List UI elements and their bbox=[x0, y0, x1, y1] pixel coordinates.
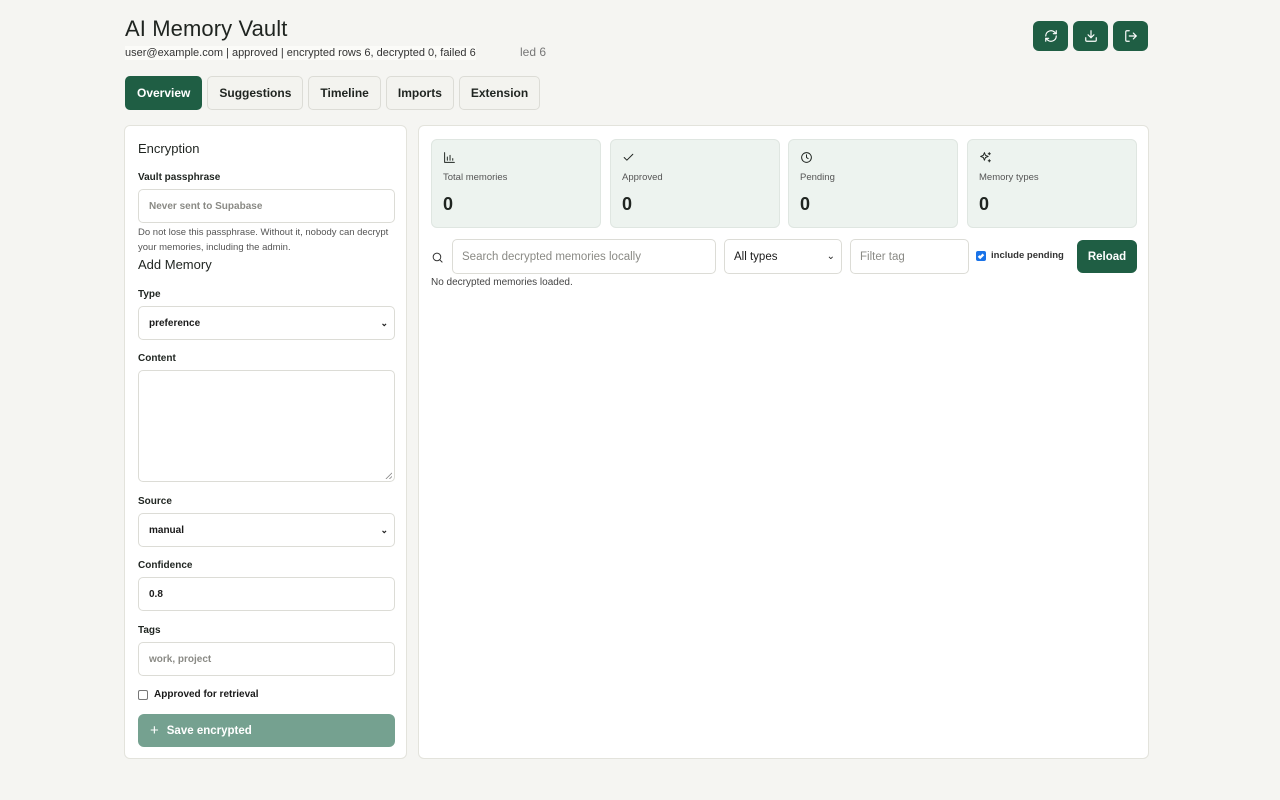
type-filter-select[interactable]: All types ⌄ bbox=[724, 239, 842, 274]
chevron-down-icon: ⌄ bbox=[826, 251, 835, 262]
download-icon bbox=[1084, 30, 1097, 42]
stat-card-pending: Pending 0 bbox=[788, 139, 958, 228]
stat-card-approved: Approved 0 bbox=[610, 139, 780, 228]
status-line: user@example.com | approved | encrypted … bbox=[125, 46, 476, 60]
tags-input[interactable]: work, project bbox=[138, 642, 395, 676]
stat-label: Approved bbox=[622, 172, 663, 183]
logout-button[interactable] bbox=[1113, 21, 1148, 51]
download-button[interactable] bbox=[1073, 21, 1108, 51]
include-pending-label: include pending bbox=[991, 250, 1064, 261]
passphrase-label: Vault passphrase bbox=[138, 172, 221, 183]
logout-icon bbox=[1124, 30, 1137, 42]
bar-chart-icon bbox=[444, 152, 455, 163]
confidence-input[interactable]: 0.8 bbox=[138, 577, 395, 611]
stat-value: 0 bbox=[443, 194, 454, 214]
confidence-label: Confidence bbox=[138, 560, 193, 571]
refresh-button[interactable] bbox=[1033, 21, 1068, 51]
tab-suggestions[interactable]: Suggestions bbox=[207, 76, 304, 110]
source-select-value: manual bbox=[149, 524, 185, 536]
search-input[interactable]: Search decrypted memories locally bbox=[452, 239, 716, 274]
chevron-down-icon: ⌄ bbox=[380, 524, 388, 535]
tag-filter-input[interactable]: Filter tag bbox=[850, 239, 969, 274]
type-filter-value: All types bbox=[734, 250, 778, 263]
type-select[interactable]: preference ⌄ bbox=[138, 306, 395, 340]
save-encrypted-label: Save encrypted bbox=[166, 724, 252, 737]
checkmark-icon bbox=[977, 253, 985, 259]
source-select[interactable]: manual ⌄ bbox=[138, 513, 395, 547]
reload-button[interactable]: Reload bbox=[1077, 240, 1137, 273]
tags-label: Tags bbox=[138, 625, 161, 636]
source-label: Source bbox=[138, 496, 172, 507]
content-textarea[interactable] bbox=[138, 370, 395, 482]
refresh-icon bbox=[1044, 30, 1057, 42]
check-icon bbox=[623, 153, 634, 161]
plus-icon: + bbox=[150, 722, 159, 739]
clock-icon bbox=[801, 152, 812, 163]
tab-timeline[interactable]: Timeline bbox=[308, 76, 381, 110]
add-memory-title: Add Memory bbox=[138, 257, 212, 272]
empty-state-message: No decrypted memories loaded. bbox=[431, 277, 573, 288]
type-label: Type bbox=[138, 289, 161, 300]
encryption-title: Encryption bbox=[138, 141, 200, 156]
content-label: Content bbox=[138, 353, 176, 364]
tab-extension[interactable]: Extension bbox=[458, 76, 541, 110]
tab-imports[interactable]: Imports bbox=[385, 76, 454, 110]
search-icon bbox=[432, 252, 443, 263]
editor-panel: Encryption Vault passphrase Never sent t… bbox=[124, 125, 407, 759]
stat-card-total: Total memories 0 bbox=[431, 139, 601, 228]
type-select-value: preference bbox=[149, 317, 201, 329]
stat-label: Memory types bbox=[979, 172, 1039, 183]
top-actions bbox=[1033, 21, 1148, 51]
stat-card-types: Memory types 0 bbox=[967, 139, 1137, 228]
stat-value: 0 bbox=[979, 194, 990, 214]
include-pending-row: include pending bbox=[976, 250, 1064, 261]
header: AI Memory Vault bbox=[125, 16, 287, 42]
stat-label: Total memories bbox=[443, 172, 508, 183]
sparkles-icon bbox=[980, 152, 991, 163]
resize-handle-icon[interactable] bbox=[385, 472, 392, 479]
save-encrypted-button[interactable]: + Save encrypted bbox=[138, 714, 395, 747]
include-pending-checkbox[interactable] bbox=[976, 250, 986, 261]
approved-checkbox[interactable] bbox=[138, 689, 148, 700]
app-title: AI Memory Vault bbox=[125, 16, 288, 41]
status-line-overflow: led 6 bbox=[520, 45, 547, 59]
stat-value: 0 bbox=[622, 194, 633, 214]
passphrase-input[interactable]: Never sent to Supabase bbox=[138, 189, 395, 223]
stat-value: 0 bbox=[800, 194, 811, 214]
passphrase-hint: Do not lose this passphrase. Without it,… bbox=[138, 227, 389, 253]
memories-panel: Total memories 0 Approved 0 Pending 0 Me… bbox=[418, 125, 1149, 759]
tab-overview[interactable]: Overview bbox=[125, 76, 203, 110]
chevron-down-icon: ⌄ bbox=[380, 317, 388, 328]
tab-bar: Overview Suggestions Timeline Imports Ex… bbox=[125, 76, 541, 110]
approved-row: Approved for retrieval bbox=[138, 689, 258, 700]
approved-label: Approved for retrieval bbox=[154, 689, 259, 700]
stat-label: Pending bbox=[800, 172, 835, 183]
